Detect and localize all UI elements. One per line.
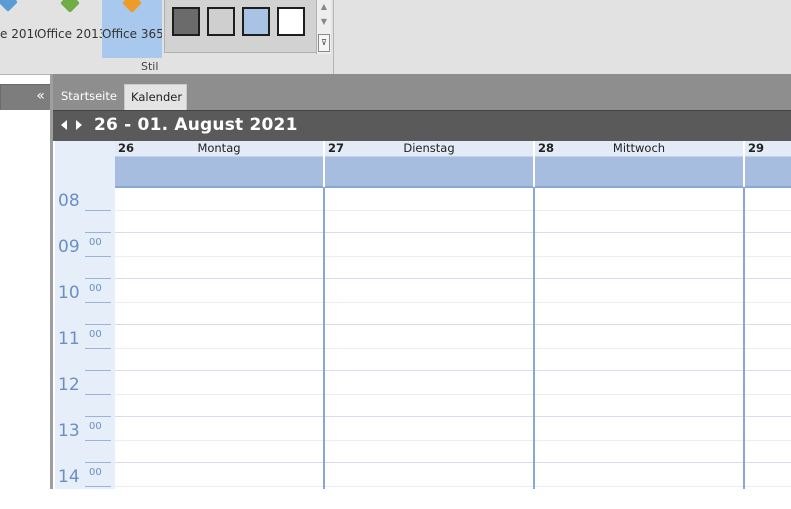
style-label: e 2010 [0,27,37,41]
minute-label: 00 [89,421,102,432]
all-day-slot[interactable] [115,157,323,188]
minute-label: 00 [89,467,102,478]
day-name: Mittwoch [612,141,666,155]
calendar-header: 26 - 01. August 2021 [53,110,791,141]
ribbon: e 2010 Office 2013 Office 365 ▲ ▼ ⊽ Stil [0,0,791,75]
grid-line [115,416,791,417]
grid-line [115,370,791,371]
style-office-2010-button[interactable]: e 2010 [0,0,37,58]
grid-line [115,302,791,303]
hour-slot: 12 [55,371,115,417]
swatch-light-gray[interactable] [207,7,235,36]
hour-slot: 09 00 [55,233,115,279]
half-hour-tick [85,348,111,349]
grid-line [115,486,791,487]
gallery-scrollbar: ▲ ▼ ⊽ [316,0,331,54]
half-hour-tick [85,394,111,395]
half-hour-tick [85,210,111,211]
minute-label: 00 [89,329,102,340]
collapse-panel-icon[interactable]: « [36,88,45,104]
left-panel [0,110,50,489]
grid-line [115,210,791,211]
swatch-dark-gray[interactable] [172,7,200,36]
half-hour-tick [85,256,111,257]
half-hour-tick [85,486,111,487]
ribbon-separator [333,0,334,74]
grid-line [115,394,791,395]
diamond-blue-icon [0,0,18,12]
day-header[interactable]: 27 Dienstag [325,141,533,157]
prev-week-icon[interactable] [61,120,67,130]
grid-line [115,440,791,441]
gallery-up-icon[interactable]: ▲ [318,0,330,13]
diamond-orange-icon [122,0,142,13]
calendar-title: 26 - 01. August 2021 [94,115,298,135]
half-hour-tick [85,302,111,303]
day-header[interactable]: 28 Mittwoch [535,141,743,157]
swatch-white[interactable] [277,7,305,36]
appointment-grid[interactable] [115,187,791,489]
hour-label: 11 [58,329,80,349]
calendar-view: 26 - 01. August 2021 26 Montag 27 Dienst… [53,110,791,489]
minute-label: 00 [89,283,102,294]
day-header[interactable]: 26 Montag [115,141,323,157]
hour-slot: 13 00 [55,417,115,463]
hour-label: 10 [58,283,80,303]
style-office-365-button[interactable]: Office 365 [102,0,162,58]
hour-label: 14 [58,467,80,487]
diamond-green-icon [59,0,80,13]
gallery-more-icon[interactable]: ⊽ [318,34,330,52]
next-week-icon[interactable] [76,120,82,130]
hour-label: 13 [58,421,80,441]
hour-slot: 11 00 [55,325,115,371]
swatch-light-blue[interactable] [242,7,270,36]
style-label: Office 2013 [37,27,102,41]
all-day-slot[interactable] [745,157,791,188]
grid-line [115,278,791,279]
time-ruler: 08 09 00 10 00 11 00 12 13 00 14 00 [55,187,115,489]
grid-line [115,256,791,257]
grid-line [115,232,791,233]
all-day-slot[interactable] [535,157,743,188]
grid-line [115,324,791,325]
tab-kalender[interactable]: Kalender [124,84,187,110]
hour-label: 08 [58,191,80,211]
hour-slot: 10 00 [55,279,115,325]
gallery-down-icon[interactable]: ▼ [318,15,330,28]
style-office-2013-button[interactable]: Office 2013 [37,0,102,58]
color-scheme-gallery [164,0,317,53]
day-header[interactable]: 29 [745,141,791,157]
day-divider [743,187,745,489]
tab-startseite[interactable]: Startseite [55,84,117,110]
half-hour-tick [85,440,111,441]
day-divider [323,187,325,489]
day-number: 29 [748,141,765,155]
minute-label: 00 [89,237,102,248]
style-label: Office 365 [102,27,162,41]
all-day-slot[interactable] [325,157,533,188]
day-name: Dienstag [403,141,455,155]
ribbon-group-label: Stil [141,60,159,73]
grid-line [115,348,791,349]
hour-slot: 08 [55,187,115,233]
day-name: Montag [197,141,241,155]
hour-slot: 14 00 [55,463,115,509]
calendar-corner [55,141,115,187]
grid-line [115,462,791,463]
hour-label: 09 [58,237,80,257]
day-divider [533,187,535,489]
left-panel-header: « [0,84,51,111]
hour-label: 12 [58,375,80,395]
